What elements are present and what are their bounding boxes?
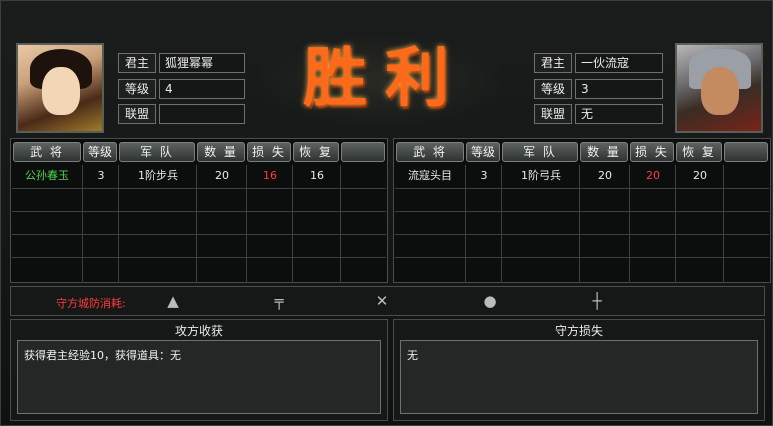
defender-alliance-label: 联盟 [534, 104, 572, 124]
table-row-empty [12, 188, 386, 211]
defender-lord-name: 一伙流寇 [575, 53, 663, 73]
victory-title: 胜 利 [271, 39, 481, 119]
header-general: 武 将 [396, 142, 464, 162]
table-row[interactable]: 公孙春玉 3 1阶步兵 20 16 16 [12, 165, 386, 188]
general-level: 3 [480, 169, 488, 182]
column-divider [292, 165, 293, 283]
header-count: 数 量 [580, 142, 628, 162]
defender-lord-label: 君主 [534, 53, 572, 73]
header-blank [341, 142, 385, 162]
attacker-troop-table: 武 将 等级 军 队 数 量 损 失 恢 复 公孙春玉 3 1阶步兵 20 16… [10, 138, 388, 283]
attacker-level-value: 4 [159, 79, 245, 99]
header-general: 武 将 [13, 142, 81, 162]
army-loss: 20 [646, 169, 660, 182]
table-row-empty [395, 257, 769, 280]
table-row-empty [395, 211, 769, 234]
attacker-level-label: 等级 [118, 79, 156, 99]
header-loss: 损 失 [247, 142, 291, 162]
portrait-face [42, 67, 80, 115]
caltrop-icon[interactable]: ✕ [372, 292, 392, 310]
army-type: 1阶弓兵 [521, 169, 561, 182]
column-divider [629, 165, 630, 283]
defense-consumption-label: 守方城防消耗: [56, 297, 126, 310]
portrait-face [701, 67, 739, 115]
header-loss: 损 失 [630, 142, 674, 162]
attacker-alliance-value [159, 104, 245, 124]
column-divider [118, 165, 119, 283]
header-recover: 恢 复 [293, 142, 339, 162]
battle-report-window: 君主 狐狸幂幂 等级 4 联盟 胜 利 君主 一伙流寇 等级 3 联盟 无 武 … [0, 0, 773, 426]
table-row[interactable]: 流寇头目 3 1阶弓兵 20 20 20 [395, 165, 769, 188]
defender-level-value: 3 [575, 79, 663, 99]
crossbow-trap-icon[interactable]: ╤ [269, 292, 289, 310]
header-recover: 恢 复 [676, 142, 722, 162]
defender-loss-panel: 守方损失 无 [393, 319, 765, 421]
defender-alliance-value: 无 [575, 104, 663, 124]
header-blank [724, 142, 768, 162]
column-divider [723, 165, 724, 283]
general-name: 流寇头目 [408, 169, 452, 182]
army-count: 20 [215, 169, 229, 182]
army-type: 1阶步兵 [138, 169, 178, 182]
header-army: 军 队 [119, 142, 195, 162]
table-row-empty [12, 211, 386, 234]
defender-level-label: 等级 [534, 79, 572, 99]
victory-char-2: 利 [385, 41, 449, 116]
column-divider [501, 165, 502, 283]
defender-troop-table: 武 将 等级 军 队 数 量 损 失 恢 复 流寇头目 3 1阶弓兵 20 20… [393, 138, 771, 283]
stone-icon[interactable]: ● [480, 292, 500, 310]
army-recover: 16 [310, 169, 324, 182]
spikes-icon[interactable]: ▲ [163, 292, 183, 310]
defender-loss-title: 守方损失 [554, 324, 603, 338]
general-name: 公孙春玉 [25, 169, 69, 182]
ballista-icon[interactable]: ┼ [587, 292, 607, 310]
general-level: 3 [97, 169, 105, 182]
header-level: 等级 [83, 142, 117, 162]
header-count: 数 量 [197, 142, 245, 162]
column-divider [675, 165, 676, 283]
column-divider [465, 165, 466, 283]
table-row-empty [395, 188, 769, 211]
attacker-gain-panel: 攻方收获 获得君主经验10，获得道具：无 [10, 319, 388, 421]
attacker-alliance-label: 联盟 [118, 104, 156, 124]
defense-consumption-bar: 守方城防消耗: ▲ ╤ ✕ ● ┼ [10, 286, 765, 316]
defender-loss-text: 无 [400, 340, 758, 414]
army-count: 20 [598, 169, 612, 182]
table-row-empty [12, 257, 386, 280]
defender-portrait [675, 43, 763, 133]
header-level: 等级 [466, 142, 500, 162]
column-divider [246, 165, 247, 283]
column-divider [196, 165, 197, 283]
attacker-gain-title: 攻方收获 [174, 324, 223, 338]
header-army: 军 队 [502, 142, 578, 162]
attacker-lord-name: 狐狸幂幂 [159, 53, 245, 73]
army-recover: 20 [693, 169, 707, 182]
column-divider [340, 165, 341, 283]
victory-char-1: 胜 [303, 41, 367, 116]
attacker-portrait [16, 43, 104, 133]
table-row-empty [395, 234, 769, 257]
attacker-gain-text: 获得君主经验10，获得道具：无 [17, 340, 381, 414]
column-divider [82, 165, 83, 283]
table-row-empty [12, 234, 386, 257]
column-divider [579, 165, 580, 283]
army-loss: 16 [263, 169, 277, 182]
attacker-lord-label: 君主 [118, 53, 156, 73]
